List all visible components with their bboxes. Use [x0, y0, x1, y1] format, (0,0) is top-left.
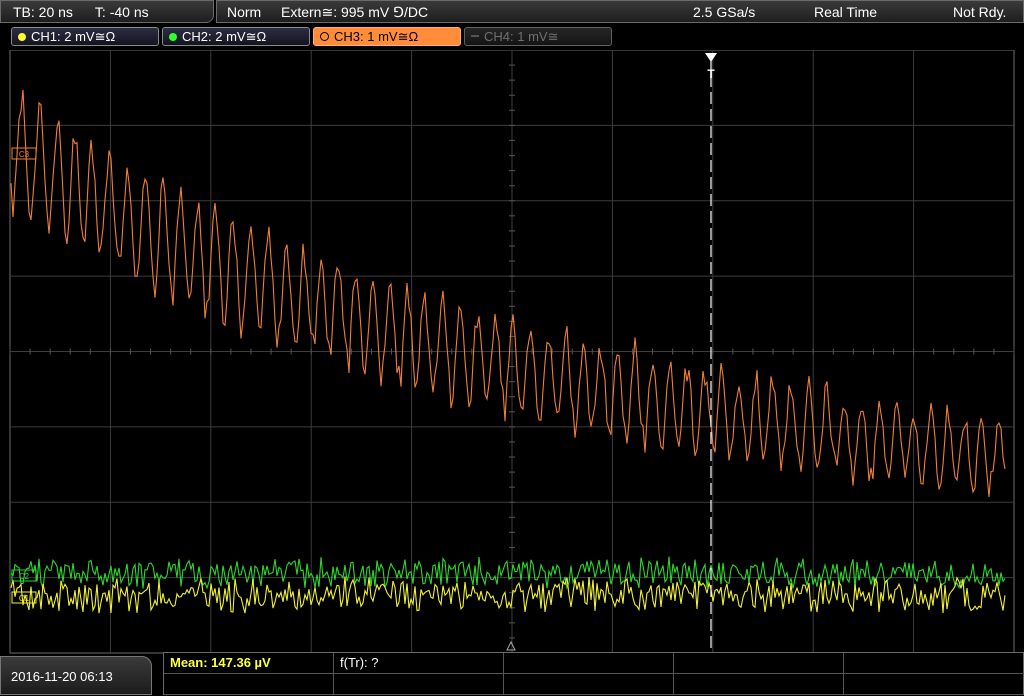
channel-3-marker-label: C3	[19, 150, 30, 159]
channel-bar: CH1: 2 mV≅Ω CH2: 2 mV≅Ω CH3: 1 mV≅Ω CH4:…	[0, 26, 1024, 48]
channel-3-button[interactable]: CH3: 1 mV≅Ω	[313, 27, 461, 46]
channel-3-label: CH3: 1 mV≅Ω	[334, 29, 419, 44]
channel-2-marker-label: C2	[19, 572, 30, 581]
measurement-slot-10[interactable]	[844, 674, 1024, 695]
measurement-panel[interactable]: Mean: 147.36 µV f(Tr): ?	[163, 652, 1024, 695]
timebase-panel[interactable]: TB: 20 ns T: -40 ns	[0, 0, 214, 23]
channel-2-button[interactable]: CH2: 2 mV≅Ω	[162, 27, 310, 46]
channel-1-button[interactable]: CH1: 2 mV≅Ω	[11, 27, 159, 46]
measurement-slot-8[interactable]	[504, 674, 674, 695]
channel-1-dot-icon	[18, 33, 26, 41]
channel-4-label: CH4: 1 mV≅	[484, 29, 559, 44]
measurement-frequency[interactable]: f(Tr): ?	[334, 653, 504, 674]
trigger-mode[interactable]: Norm	[227, 1, 261, 23]
measurement-slot-7[interactable]	[334, 674, 504, 695]
waveform-svg[interactable]: T C3 C2 C1	[0, 50, 1024, 654]
measurement-slot-5[interactable]	[844, 653, 1024, 674]
status-bar: TB: 20 ns T: -40 ns Norm Extern≅: 995 mV …	[0, 0, 1024, 24]
channel-4-button[interactable]: CH4: 1 mV≅	[464, 27, 612, 46]
acquisition-status: Not Rdy.	[953, 4, 1007, 20]
measurement-mean[interactable]: Mean: 147.36 µV	[164, 653, 334, 674]
trigger-source[interactable]: Extern≅: 995 mV ⅁/DC	[281, 1, 428, 23]
date-time-display: 2016-11-20 06:13	[0, 656, 152, 695]
waveform-display[interactable]: T C3 C2 C1	[0, 50, 1024, 654]
date-time-text: 2016-11-20 06:13	[11, 669, 113, 684]
measurement-slot-4[interactable]	[674, 653, 844, 674]
sample-rate: 2.5 GSa/s	[693, 4, 756, 20]
channel-2-label: CH2: 2 mV≅Ω	[182, 29, 267, 44]
channel-2-dot-icon	[169, 33, 177, 41]
trigger-offset-readout[interactable]: T: -40 ns	[95, 4, 149, 20]
trigger-marker-label: T	[707, 67, 715, 81]
timebase-readout[interactable]: TB: 20 ns	[13, 4, 73, 20]
measurement-slot-3[interactable]	[504, 653, 674, 674]
channel-4-dash-icon	[471, 35, 479, 37]
trigger-panel[interactable]: Norm Extern≅: 995 mV ⅁/DC 2.5 GSa/s Real…	[216, 0, 1024, 23]
measurement-slot-9[interactable]	[674, 674, 844, 695]
channel-3-dot-icon	[320, 32, 329, 41]
channel-1-marker-label: C1	[19, 594, 30, 603]
acquisition-mode: Real Time	[814, 4, 878, 20]
measurement-slot-6[interactable]	[164, 674, 334, 695]
channel-1-label: CH1: 2 mV≅Ω	[31, 29, 116, 44]
